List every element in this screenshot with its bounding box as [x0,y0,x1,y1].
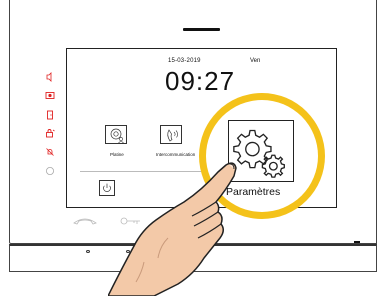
pointing-hand-illustration [108,162,237,296]
platine-tile[interactable] [105,125,127,144]
bell-off-icon[interactable] [45,147,55,157]
clock-text: 09:27 [165,66,236,96]
hang-up-icon[interactable] [72,216,98,226]
door-icon[interactable] [45,110,55,120]
camera-user-icon [110,128,124,144]
date-text: 15-03-2019 [168,58,201,64]
base-indicator [354,241,360,243]
day-text: Ven [250,58,261,64]
phone-icon [167,129,178,142]
top-slot [183,28,220,31]
camera-icon[interactable] [45,90,55,100]
lock-icon[interactable] [45,128,55,138]
base-led [86,250,90,253]
circle-icon[interactable] [45,166,55,176]
app-stage: 15-03-2019 Ven 09:27 Platine Intercommun… [0,0,377,296]
speaker-icon[interactable] [45,72,55,82]
intercom-tile[interactable] [160,125,182,144]
